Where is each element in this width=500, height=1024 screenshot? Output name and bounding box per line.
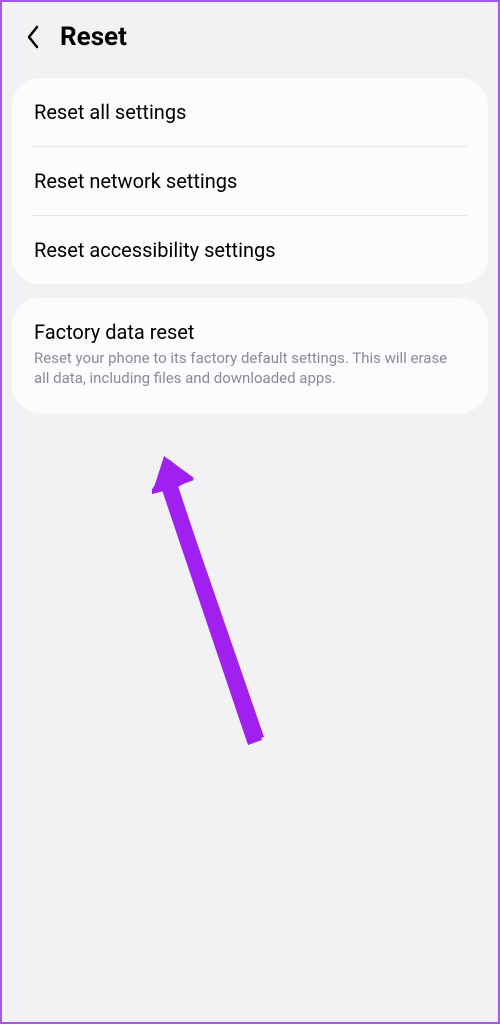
factory-reset-card: Factory data reset Reset your phone to i… [12, 298, 488, 413]
reset-options-card: Reset all settings Reset network setting… [12, 78, 488, 284]
factory-data-reset-item[interactable]: Factory data reset Reset your phone to i… [12, 298, 488, 413]
reset-accessibility-settings-item[interactable]: Reset accessibility settings [12, 216, 488, 284]
arrow-annotation-icon [152, 452, 292, 762]
back-icon[interactable] [20, 24, 46, 50]
list-item-label: Reset accessibility settings [34, 238, 466, 262]
page-title: Reset [60, 22, 127, 52]
list-item-label: Reset all settings [34, 100, 466, 124]
reset-all-settings-item[interactable]: Reset all settings [12, 78, 488, 146]
reset-network-settings-item[interactable]: Reset network settings [12, 147, 488, 215]
list-item-description: Reset your phone to its factory default … [34, 348, 466, 389]
header: Reset [2, 2, 498, 70]
list-item-label: Factory data reset [34, 320, 466, 344]
list-item-label: Reset network settings [34, 169, 466, 193]
